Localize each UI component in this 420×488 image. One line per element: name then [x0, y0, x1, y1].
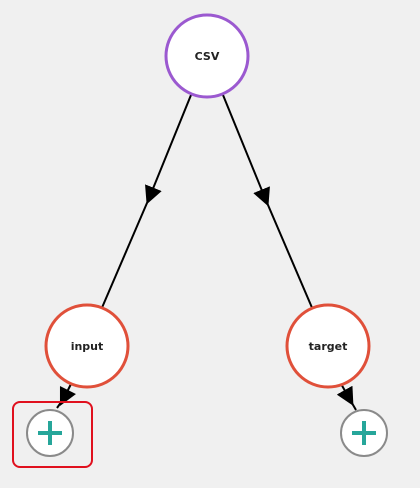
- node-csv[interactable]: CSV: [164, 13, 250, 99]
- graph-svg: CSV input target: [12, 13, 388, 468]
- node-csv-label: CSV: [195, 50, 220, 63]
- add-child-button-target[interactable]: [340, 409, 388, 457]
- edge-csv-input: [100, 94, 192, 311]
- edge-csv-target: [222, 94, 314, 311]
- graph-canvas: CSV input target: [0, 0, 420, 488]
- add-child-button-input[interactable]: [26, 409, 74, 457]
- node-input-label: input: [71, 340, 104, 353]
- node-target[interactable]: target: [285, 303, 371, 389]
- edge-input-add: [56, 381, 77, 409]
- edge-target-add: [336, 381, 357, 411]
- node-target-label: target: [309, 340, 348, 353]
- node-input[interactable]: input: [44, 303, 130, 389]
